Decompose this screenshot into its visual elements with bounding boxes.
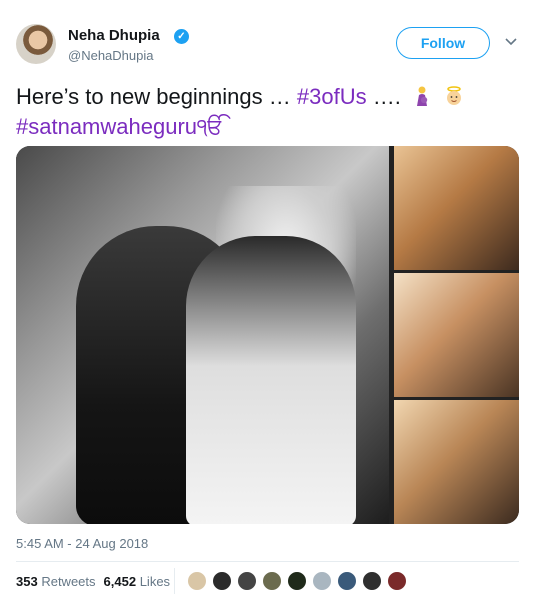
verified-badge-icon: ✓ — [174, 29, 189, 44]
woman-pregnant-emoji-icon — [416, 86, 428, 106]
angel-baby-emoji-icon — [447, 86, 462, 105]
tweet-text-plain: Here’s to new beginnings … — [16, 84, 297, 109]
liker-avatar-2[interactable] — [211, 570, 233, 592]
retweets-label: Retweets — [41, 574, 96, 589]
display-name[interactable]: Neha Dhupia — [68, 27, 160, 44]
media-gallery — [16, 146, 519, 524]
main-photo[interactable] — [16, 146, 389, 524]
tweet-timestamp[interactable]: 5:45 AM - 24 Aug 2018 — [16, 536, 148, 551]
avatar[interactable] — [16, 24, 56, 64]
side-photo-2[interactable] — [394, 273, 519, 397]
likes-count: 6,452 — [103, 574, 137, 589]
chevron-down-icon[interactable] — [504, 34, 518, 48]
side-photo-3[interactable] — [394, 400, 519, 524]
tweet-text: Here’s to new beginnings … #3ofUs …. #sa… — [16, 82, 536, 142]
liker-avatar-9[interactable] — [386, 570, 408, 592]
tweet-stats: 353 Retweets 6,452 Likes — [16, 574, 170, 589]
liker-avatar-1[interactable] — [186, 570, 208, 592]
hashtag-3ofus[interactable]: #3ofUs — [297, 84, 367, 109]
retweets-count: 353 — [16, 574, 38, 589]
retweets-stat[interactable]: 353 Retweets — [16, 574, 96, 589]
side-photo-1[interactable] — [394, 146, 519, 270]
figure-shape-2 — [186, 236, 356, 524]
stats-separator — [174, 568, 175, 594]
liker-avatar-6[interactable] — [311, 570, 333, 592]
liker-avatar-8[interactable] — [361, 570, 383, 592]
tweet-header: Neha Dhupia ✓ @NehaDhupia Follow — [0, 0, 546, 80]
follow-button[interactable]: Follow — [396, 27, 490, 59]
liker-avatar-3[interactable] — [236, 570, 258, 592]
divider — [16, 561, 519, 562]
user-handle[interactable]: @NehaDhupia — [68, 48, 153, 63]
liker-avatar-4[interactable] — [261, 570, 283, 592]
liker-avatar-7[interactable] — [336, 570, 358, 592]
tweet-text-ellipsis: …. — [366, 84, 407, 109]
liker-avatar-5[interactable] — [286, 570, 308, 592]
likes-label: Likes — [139, 574, 171, 589]
likes-stat[interactable]: 6,452 Likes — [104, 574, 171, 589]
hashtag-satnamwaheguru[interactable]: #satnamwaheguruੴ — [16, 114, 224, 139]
